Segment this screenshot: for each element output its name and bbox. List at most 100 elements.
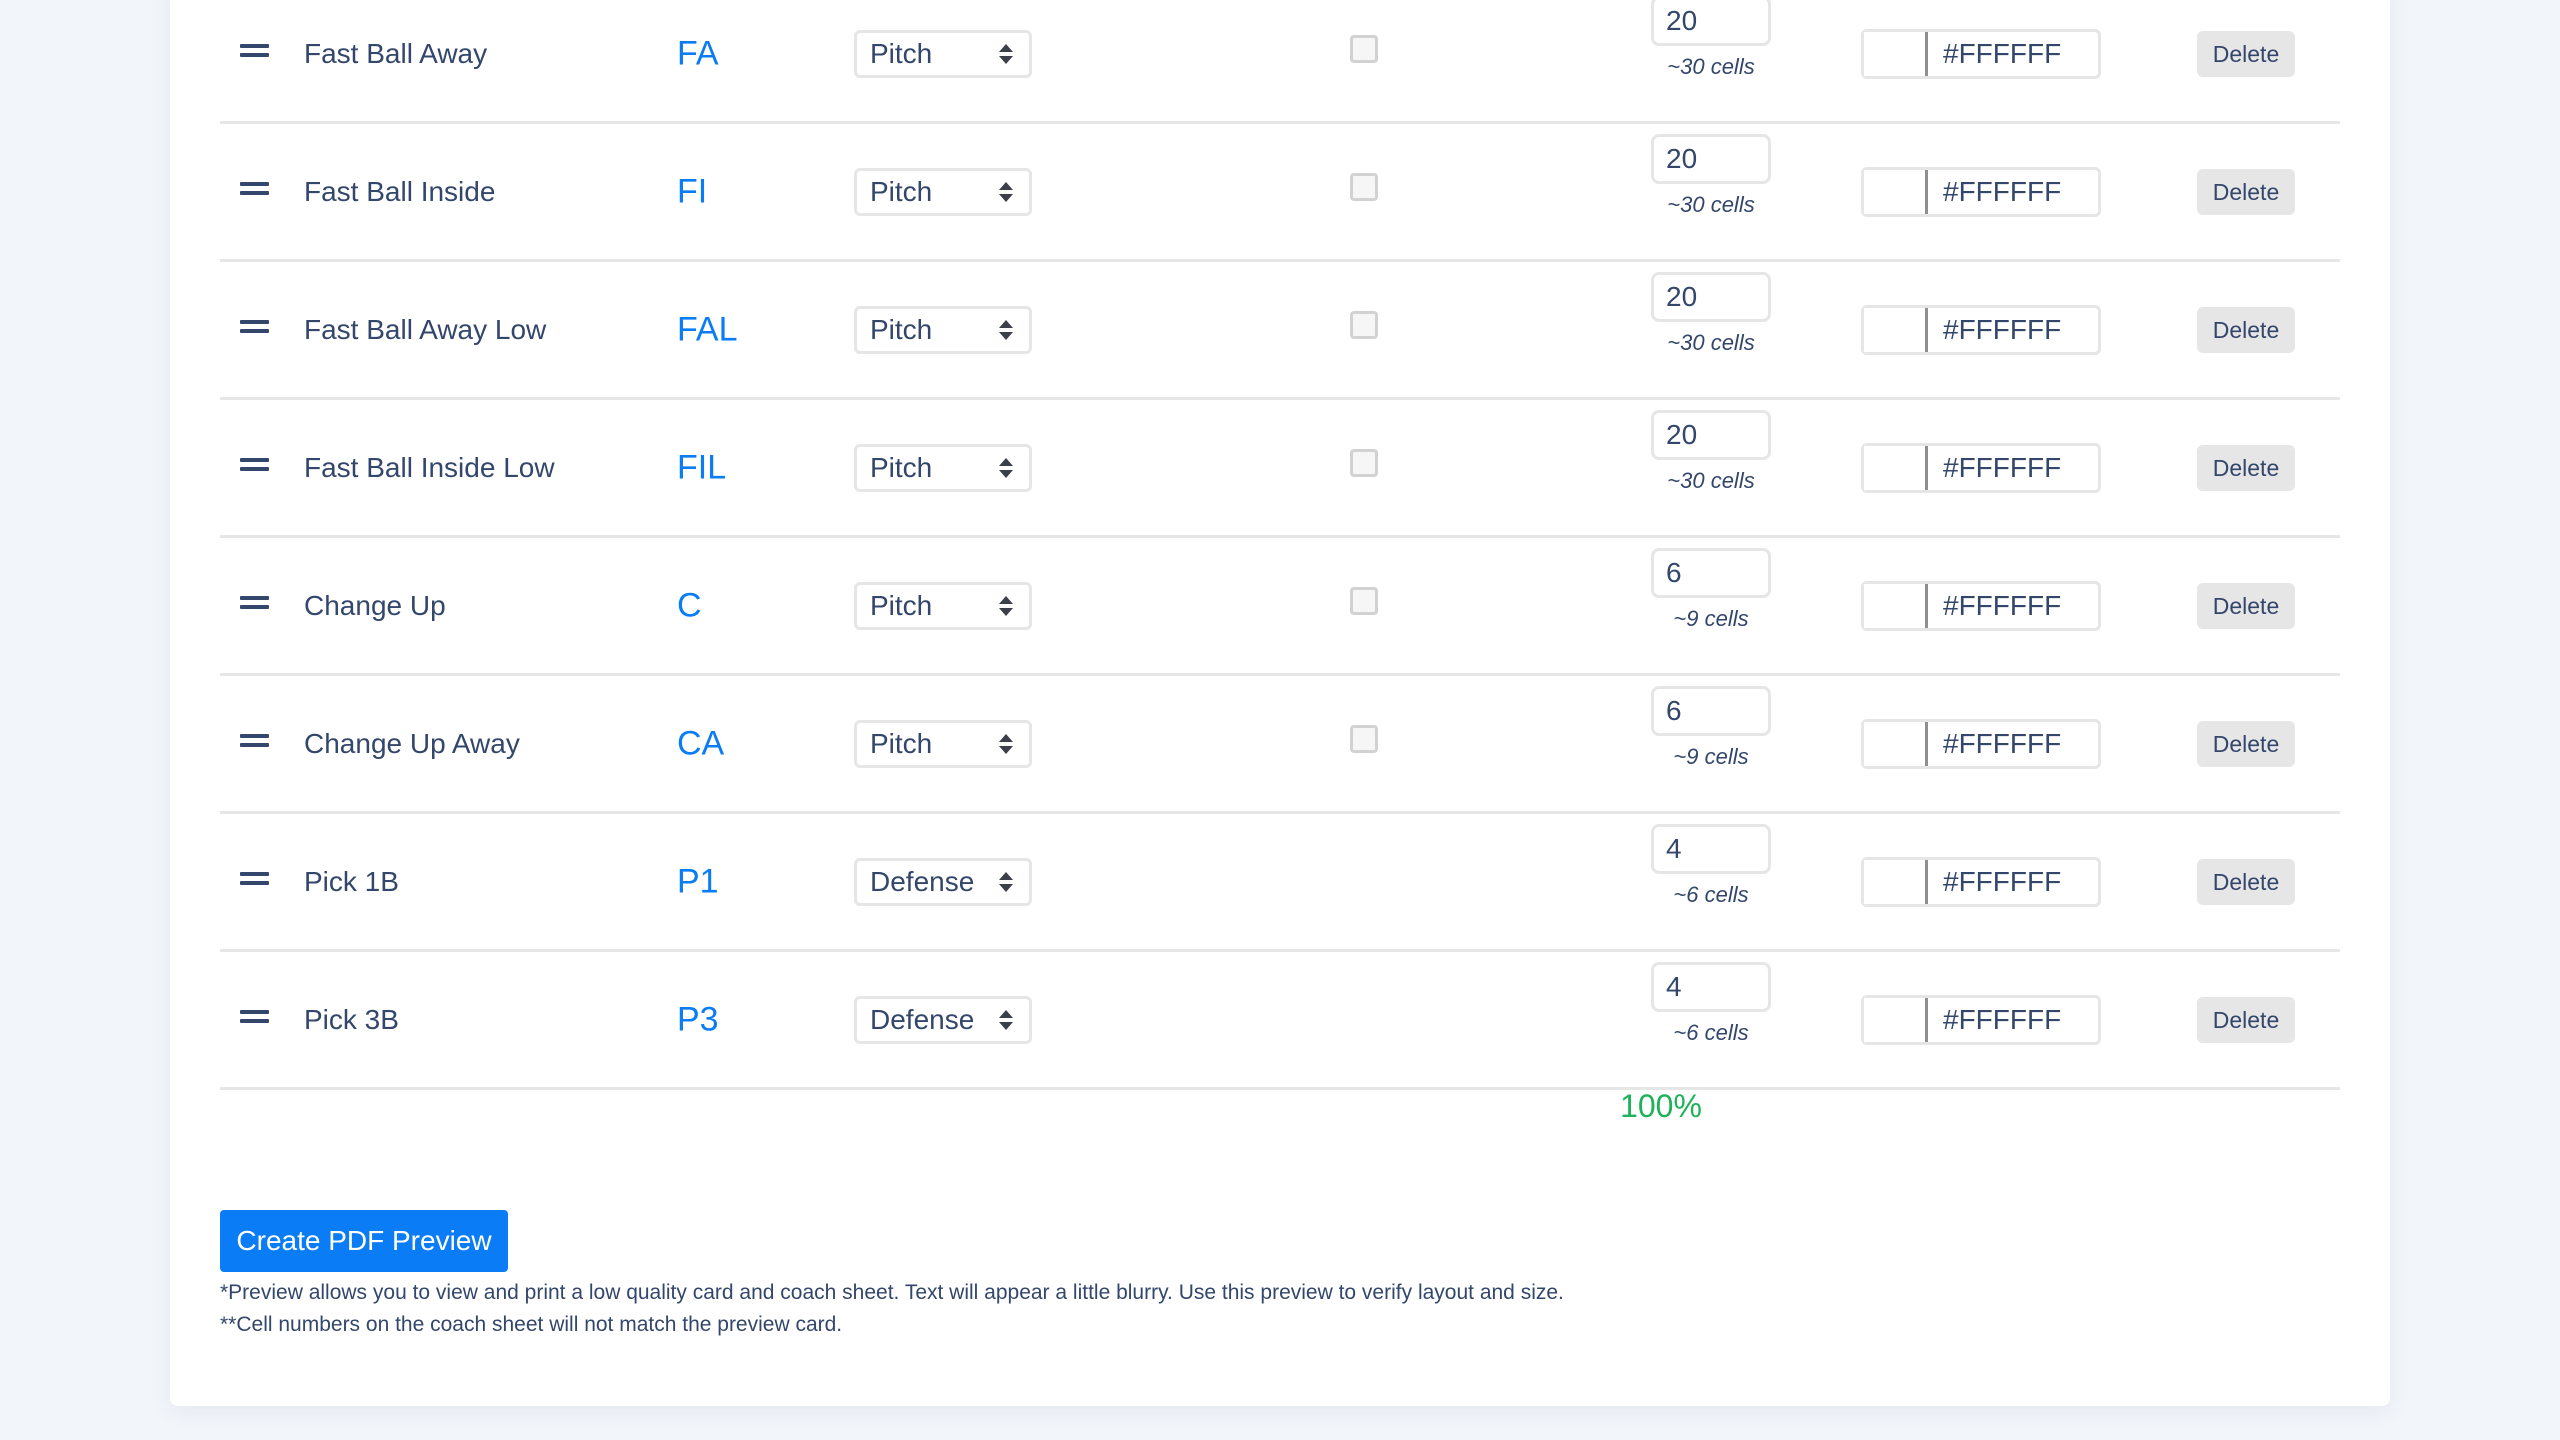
signs-list: Fast Ball Away FA Pitch 20 ~30 cells #FF… bbox=[220, 0, 2340, 1090]
cells-estimate: ~30 cells bbox=[1667, 192, 1755, 217]
count-input[interactable]: 20 bbox=[1651, 0, 1771, 46]
color-picker: #FFFFFF bbox=[1861, 580, 2101, 631]
color-picker: #FFFFFF bbox=[1861, 442, 2101, 493]
sign-checkbox[interactable] bbox=[1350, 310, 1378, 339]
sign-type-value: Pitch bbox=[870, 589, 933, 621]
signs-card: Fast Ball Away FA Pitch 20 ~30 cells #FF… bbox=[170, 0, 2390, 1406]
sign-name: Change Up Away bbox=[304, 727, 520, 759]
sign-name: Pick 3B bbox=[304, 1003, 399, 1035]
delete-button[interactable]: Delete bbox=[2197, 720, 2295, 767]
total-percent: 100% bbox=[1620, 1088, 1702, 1124]
sign-name: Pick 1B bbox=[304, 865, 399, 897]
color-hex-input[interactable]: #FFFFFF bbox=[1943, 866, 2061, 898]
count-input[interactable]: 6 bbox=[1651, 548, 1771, 598]
count-group: 20 ~30 cells bbox=[1651, 272, 1771, 356]
color-hex-input[interactable]: #FFFFFF bbox=[1943, 728, 2061, 760]
count-input[interactable]: 20 bbox=[1651, 272, 1771, 322]
delete-button[interactable]: Delete bbox=[2197, 30, 2295, 77]
color-hex-input[interactable]: #FFFFFF bbox=[1943, 590, 2061, 622]
cells-estimate: ~6 cells bbox=[1673, 882, 1749, 907]
count-input[interactable]: 4 bbox=[1651, 962, 1771, 1012]
count-group: 20 ~30 cells bbox=[1651, 0, 1771, 80]
color-hex-input[interactable]: #FFFFFF bbox=[1943, 1004, 2061, 1036]
preview-note: *Preview allows you to view and print a … bbox=[220, 1281, 1564, 1304]
drag-handle-icon[interactable] bbox=[240, 595, 269, 609]
color-swatch[interactable] bbox=[1864, 859, 1928, 904]
color-hex-input[interactable]: #FFFFFF bbox=[1943, 314, 2061, 346]
delete-button[interactable]: Delete bbox=[2197, 444, 2295, 491]
count-input[interactable]: 20 bbox=[1651, 134, 1771, 184]
drag-handle-icon[interactable] bbox=[240, 1009, 269, 1023]
select-arrows-icon bbox=[999, 43, 1013, 64]
sign-abbreviation: P3 bbox=[677, 1000, 719, 1038]
color-swatch[interactable] bbox=[1864, 169, 1928, 214]
color-picker: #FFFFFF bbox=[1861, 718, 2101, 769]
sign-checkbox[interactable] bbox=[1350, 172, 1378, 201]
drag-handle-icon[interactable] bbox=[240, 43, 269, 57]
count-group: 6 ~9 cells bbox=[1651, 686, 1771, 770]
sign-abbreviation: FA bbox=[677, 34, 719, 72]
delete-button[interactable]: Delete bbox=[2197, 996, 2295, 1043]
color-swatch[interactable] bbox=[1864, 445, 1928, 490]
drag-handle-icon[interactable] bbox=[240, 871, 269, 885]
count-input[interactable]: 4 bbox=[1651, 824, 1771, 874]
count-group: 20 ~30 cells bbox=[1651, 410, 1771, 494]
sign-type-select[interactable]: Pitch bbox=[854, 443, 1032, 492]
sign-row: Fast Ball Inside Low FIL Pitch 20 ~30 ce… bbox=[220, 400, 2340, 538]
select-arrows-icon bbox=[999, 1009, 1013, 1030]
sign-row: Change Up Away CA Pitch 6 ~9 cells #FFFF… bbox=[220, 676, 2340, 814]
sign-type-select[interactable]: Pitch bbox=[854, 581, 1032, 630]
sign-abbreviation: FAL bbox=[677, 310, 738, 348]
drag-handle-icon[interactable] bbox=[240, 457, 269, 471]
sign-checkbox[interactable] bbox=[1350, 586, 1378, 615]
sign-type-value: Defense bbox=[870, 1003, 975, 1035]
create-pdf-preview-button[interactable]: Create PDF Preview bbox=[220, 1210, 508, 1272]
sign-type-value: Pitch bbox=[870, 727, 933, 759]
color-picker: #FFFFFF bbox=[1861, 856, 2101, 907]
sign-type-select[interactable]: Pitch bbox=[854, 29, 1032, 78]
cell-numbers-note: **Cell numbers on the coach sheet will n… bbox=[220, 1313, 843, 1336]
select-arrows-icon bbox=[999, 181, 1013, 202]
sign-abbreviation: FIL bbox=[677, 448, 727, 486]
color-swatch[interactable] bbox=[1864, 583, 1928, 628]
cells-estimate: ~30 cells bbox=[1667, 54, 1755, 79]
sign-checkbox[interactable] bbox=[1350, 724, 1378, 753]
delete-button[interactable]: Delete bbox=[2197, 306, 2295, 353]
sign-row: Fast Ball Away FA Pitch 20 ~30 cells #FF… bbox=[220, 0, 2340, 124]
cells-estimate: ~30 cells bbox=[1667, 330, 1755, 355]
count-input[interactable]: 20 bbox=[1651, 410, 1771, 460]
sign-checkbox[interactable] bbox=[1350, 34, 1378, 63]
color-hex-input[interactable]: #FFFFFF bbox=[1943, 176, 2061, 208]
cells-estimate: ~9 cells bbox=[1673, 606, 1749, 631]
sign-type-value: Pitch bbox=[870, 37, 933, 69]
sign-type-select[interactable]: Pitch bbox=[854, 167, 1032, 216]
sign-type-value: Pitch bbox=[870, 175, 933, 207]
color-picker: #FFFFFF bbox=[1861, 304, 2101, 355]
cells-estimate: ~6 cells bbox=[1673, 1020, 1749, 1045]
sign-checkbox[interactable] bbox=[1350, 448, 1378, 477]
sign-type-select[interactable]: Pitch bbox=[854, 719, 1032, 768]
color-swatch[interactable] bbox=[1864, 997, 1928, 1042]
sign-type-select[interactable]: Defense bbox=[854, 995, 1032, 1044]
color-swatch[interactable] bbox=[1864, 307, 1928, 352]
color-swatch[interactable] bbox=[1864, 721, 1928, 766]
delete-button[interactable]: Delete bbox=[2197, 582, 2295, 629]
drag-handle-icon[interactable] bbox=[240, 733, 269, 747]
sign-name: Fast Ball Inside bbox=[304, 175, 496, 207]
delete-button[interactable]: Delete bbox=[2197, 858, 2295, 905]
select-arrows-icon bbox=[999, 733, 1013, 754]
count-group: 4 ~6 cells bbox=[1651, 824, 1771, 908]
drag-handle-icon[interactable] bbox=[240, 181, 269, 195]
color-hex-input[interactable]: #FFFFFF bbox=[1943, 38, 2061, 70]
sign-type-select[interactable]: Defense bbox=[854, 857, 1032, 906]
count-input[interactable]: 6 bbox=[1651, 686, 1771, 736]
color-hex-input[interactable]: #FFFFFF bbox=[1943, 452, 2061, 484]
sign-type-value: Pitch bbox=[870, 313, 933, 345]
delete-button[interactable]: Delete bbox=[2197, 168, 2295, 215]
color-swatch[interactable] bbox=[1864, 31, 1928, 76]
sign-abbreviation: C bbox=[677, 586, 702, 624]
sign-abbreviation: CA bbox=[677, 724, 725, 762]
sign-type-select[interactable]: Pitch bbox=[854, 305, 1032, 354]
drag-handle-icon[interactable] bbox=[240, 319, 269, 333]
sign-row: Change Up C Pitch 6 ~9 cells #FFFFFF Del… bbox=[220, 538, 2340, 676]
